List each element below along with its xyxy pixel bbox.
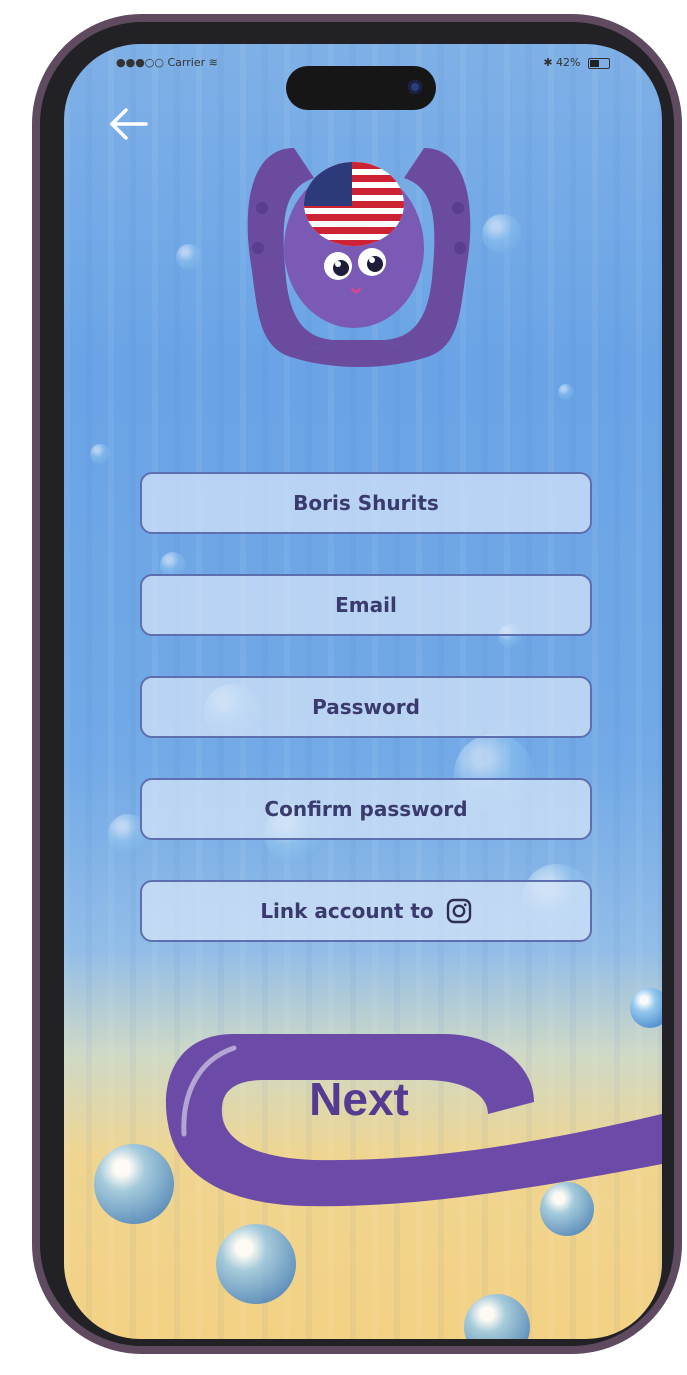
tentacle-decoration <box>165 1034 662 1207</box>
next-label: Next <box>309 1073 409 1125</box>
app-screen: ●●●○○ Carrier ≋ ✱ 42% Boris Shurits Emai… <box>64 44 662 1339</box>
next-button[interactable]: Next <box>244 1054 474 1144</box>
